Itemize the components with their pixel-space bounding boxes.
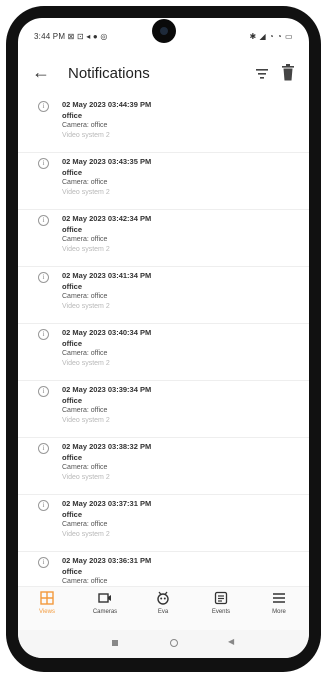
notification-camera: Camera: office bbox=[62, 407, 108, 414]
info-icon: i bbox=[38, 500, 49, 511]
notification-name: office bbox=[62, 168, 83, 177]
notification-datetime: 02 May 2023 03:44:39 PM bbox=[62, 100, 152, 109]
notification-name: office bbox=[62, 282, 83, 291]
notification-datetime: 02 May 2023 03:42:34 PM bbox=[62, 214, 152, 223]
notification-camera: Camera: office bbox=[62, 521, 108, 528]
status-time-text: 3:44 PM bbox=[34, 32, 66, 41]
notification-name: office bbox=[62, 510, 83, 519]
nav-cameras[interactable]: Cameras bbox=[76, 591, 134, 615]
notification-system: Video system 2 bbox=[62, 189, 110, 196]
notification-item[interactable]: i 02 May 2023 03:37:31 PM office Camera: of… bbox=[18, 495, 309, 552]
phone-frame: 3:44 PM ⊠ ⊡ ◂ ● ◎ ✱ ◢ ◔ ◔ ▭ ← Notificati… bbox=[6, 6, 321, 672]
info-icon: i bbox=[38, 215, 49, 226]
notification-system: Video system 2 bbox=[62, 531, 110, 538]
notification-name: office bbox=[62, 339, 83, 348]
notification-camera: Camera: office bbox=[62, 293, 108, 300]
notification-system: Video system 2 bbox=[62, 360, 110, 367]
trash-icon[interactable] bbox=[281, 64, 295, 82]
notification-datetime: 02 May 2023 03:37:31 PM bbox=[62, 499, 152, 508]
notification-item[interactable]: i 02 May 2023 03:41:34 PM office Camera: of… bbox=[18, 267, 309, 324]
notification-system: Video system 2 bbox=[62, 474, 110, 481]
notification-camera: Camera: office bbox=[62, 578, 108, 585]
home-icon[interactable] bbox=[170, 639, 178, 647]
notification-camera: Camera: office bbox=[62, 179, 108, 186]
notification-datetime: 02 May 2023 03:40:34 PM bbox=[62, 328, 152, 337]
front-camera bbox=[151, 19, 176, 43]
notification-name: office bbox=[62, 396, 83, 405]
nav-views[interactable]: Views bbox=[18, 591, 76, 615]
nav-more-label: More bbox=[272, 609, 286, 615]
nav-events[interactable]: Events bbox=[192, 591, 250, 615]
recent-apps-icon[interactable] bbox=[112, 640, 118, 646]
notification-name: office bbox=[62, 567, 83, 576]
info-icon: i bbox=[38, 443, 49, 454]
status-left-icons: ⊠ ⊡ ◂ ● ◎ bbox=[67, 32, 108, 41]
back-arrow-icon[interactable]: ← bbox=[32, 62, 50, 82]
views-grid-icon bbox=[40, 591, 54, 605]
filter-icon[interactable] bbox=[255, 66, 269, 82]
status-right-icons: ✱ ◢ ◔ ◔ ▭ bbox=[249, 32, 293, 41]
notification-item[interactable]: i 02 May 2023 03:44:39 PM office Camera: of… bbox=[18, 96, 309, 153]
screen: 3:44 PM ⊠ ⊡ ◂ ● ◎ ✱ ◢ ◔ ◔ ▭ ← Notificati… bbox=[18, 18, 309, 658]
notification-item[interactable]: i 02 May 2023 03:38:32 PM office Camera: of… bbox=[18, 438, 309, 495]
info-icon: i bbox=[38, 101, 49, 112]
notification-item[interactable]: i 02 May 2023 03:43:35 PM office Camera: of… bbox=[18, 153, 309, 210]
notification-system: Video system 2 bbox=[62, 246, 110, 253]
nav-views-label: Views bbox=[39, 609, 55, 615]
info-icon: i bbox=[38, 329, 49, 340]
status-time: 3:44 PM ⊠ ⊡ ◂ ● ◎ bbox=[34, 32, 108, 41]
system-navigation-bar: ◀ bbox=[18, 630, 309, 658]
notification-system: Video system 2 bbox=[62, 132, 110, 139]
notification-item[interactable]: i 02 May 2023 03:40:34 PM office Camera: of… bbox=[18, 324, 309, 381]
info-icon: i bbox=[38, 557, 49, 568]
notification-item[interactable]: i 02 May 2023 03:42:34 PM office Camera: of… bbox=[18, 210, 309, 267]
eva-robot-icon bbox=[157, 591, 169, 605]
nav-eva[interactable]: Eva bbox=[134, 591, 192, 615]
system-back-icon[interactable]: ◀ bbox=[228, 637, 234, 646]
page-title: Notifications bbox=[68, 65, 150, 82]
notification-datetime: 02 May 2023 03:38:32 PM bbox=[62, 442, 152, 451]
menu-icon bbox=[273, 593, 285, 603]
nav-cameras-label: Cameras bbox=[92, 609, 118, 615]
app-bar: ← Notifications bbox=[18, 52, 309, 96]
notification-camera: Camera: office bbox=[62, 350, 108, 357]
notification-name: office bbox=[62, 225, 83, 234]
notification-datetime: 02 May 2023 03:43:35 PM bbox=[62, 157, 152, 166]
notification-camera: Camera: office bbox=[62, 236, 108, 243]
notification-list[interactable]: i 02 May 2023 03:44:39 PM office Camera: of… bbox=[18, 96, 309, 586]
notification-item[interactable]: i 02 May 2023 03:36:31 PM office Camera: of… bbox=[18, 552, 309, 586]
notification-item[interactable]: i 02 May 2023 03:39:34 PM office Camera: of… bbox=[18, 381, 309, 438]
info-icon: i bbox=[38, 272, 49, 283]
notification-system: Video system 2 bbox=[62, 303, 110, 310]
notification-datetime: 02 May 2023 03:39:34 PM bbox=[62, 385, 152, 394]
nav-more[interactable]: More bbox=[250, 591, 308, 615]
events-list-icon bbox=[214, 591, 228, 605]
bottom-navigation: Views Cameras Eva Events More bbox=[18, 586, 309, 630]
notification-datetime: 02 May 2023 03:41:34 PM bbox=[62, 271, 152, 280]
notification-camera: Camera: office bbox=[62, 122, 108, 129]
notification-datetime: 02 May 2023 03:36:31 PM bbox=[62, 556, 152, 565]
info-icon: i bbox=[38, 386, 49, 397]
video-camera-icon bbox=[98, 593, 111, 603]
notification-name: office bbox=[62, 453, 83, 462]
notification-name: office bbox=[62, 111, 83, 120]
info-icon: i bbox=[38, 158, 49, 169]
notification-camera: Camera: office bbox=[62, 464, 108, 471]
nav-eva-label: Eva bbox=[157, 609, 169, 615]
notification-system: Video system 2 bbox=[62, 417, 110, 424]
nav-events-label: Events bbox=[211, 609, 231, 615]
